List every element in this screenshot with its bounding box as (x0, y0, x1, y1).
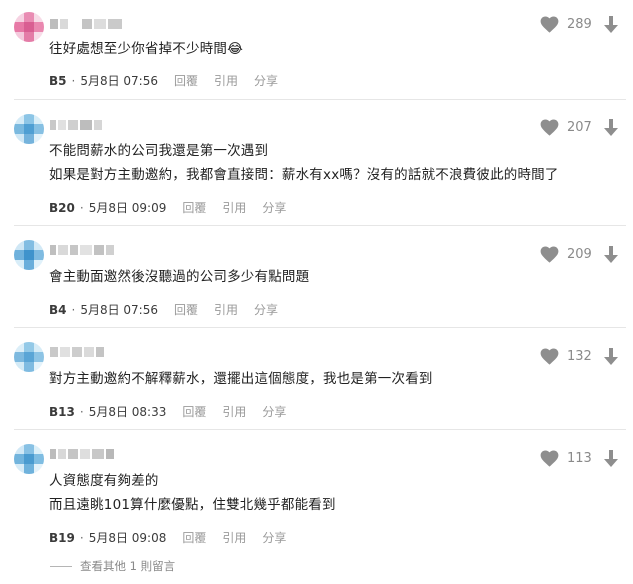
share-button[interactable]: 分享 (262, 403, 286, 420)
avatar[interactable] (14, 444, 44, 474)
like-button[interactable]: 207 (540, 119, 592, 136)
quote-button[interactable]: 引用 (214, 72, 238, 89)
view-more-replies[interactable]: 查看其他 1 則留言 (50, 558, 175, 574)
separator-dot: · (79, 530, 84, 545)
quote-button[interactable]: 引用 (222, 403, 246, 420)
like-count: 207 (567, 120, 592, 135)
down-arrow-icon[interactable] (604, 246, 618, 264)
like-button[interactable]: 132 (540, 348, 592, 365)
separator-dot: · (71, 302, 76, 317)
floor-label: B13 (49, 404, 75, 419)
quote-button[interactable]: 引用 (214, 301, 238, 318)
heart-icon (540, 450, 559, 467)
like-button[interactable]: 289 (540, 16, 592, 33)
separator-dot: · (71, 73, 76, 88)
like-count: 209 (567, 247, 592, 262)
floor-label: B5 (49, 73, 67, 88)
timestamp: 5月8日 08:33 (88, 405, 167, 419)
share-button[interactable]: 分享 (262, 199, 286, 216)
like-count: 132 (567, 349, 592, 364)
heart-icon (540, 119, 559, 136)
down-arrow-icon[interactable] (604, 119, 618, 137)
timestamp: 5月8日 07:56 (80, 74, 158, 88)
reply-button[interactable]: 回覆 (182, 403, 206, 420)
divider (14, 99, 626, 100)
comment-text: 會主動面邀然後沒聽過的公司多少有點問題 (49, 269, 310, 285)
like-button[interactable]: 113 (540, 450, 592, 467)
quote-button[interactable]: 引用 (222, 529, 246, 546)
share-button[interactable]: 分享 (254, 72, 278, 89)
username-blurred[interactable] (50, 119, 102, 131)
comment-text: 人資態度有夠差的 (49, 473, 159, 489)
floor-label: B19 (49, 530, 75, 545)
floor-label: B20 (49, 200, 75, 215)
share-button[interactable]: 分享 (262, 529, 286, 546)
timestamp: 5月8日 09:09 (88, 201, 167, 215)
avatar[interactable] (14, 342, 44, 372)
comment-meta: B13 · 5月8日 08:33 回覆 引用 分享 (49, 403, 286, 420)
heart-icon (540, 16, 559, 33)
quote-button[interactable]: 引用 (222, 199, 246, 216)
username-blurred[interactable] (50, 18, 122, 30)
divider (14, 429, 626, 430)
reply-button[interactable]: 回覆 (174, 72, 198, 89)
timestamp: 5月8日 07:56 (80, 303, 158, 317)
avatar[interactable] (14, 12, 44, 42)
heart-icon (540, 246, 559, 263)
username-blurred[interactable] (50, 448, 114, 460)
like-count: 113 (567, 451, 592, 466)
down-arrow-icon[interactable] (604, 16, 618, 34)
like-button[interactable]: 209 (540, 246, 592, 263)
reply-button[interactable]: 回覆 (174, 301, 198, 318)
avatar[interactable] (14, 114, 44, 144)
divider-line (50, 565, 72, 567)
floor-label: B4 (49, 302, 67, 317)
comment-text: 而且遠眺101算什麼優點，住雙北幾乎都能看到 (49, 497, 336, 513)
separator-dot: · (79, 404, 84, 419)
divider (14, 327, 626, 328)
timestamp: 5月8日 09:08 (88, 531, 167, 545)
divider (14, 225, 626, 226)
comment-meta: B4 · 5月8日 07:56 回覆 引用 分享 (49, 301, 278, 318)
username-blurred[interactable] (50, 244, 114, 256)
comment-text: 對方主動邀約不解釋薪水，還擺出這個態度，我也是第一次看到 (49, 371, 433, 387)
comment-meta: B20 · 5月8日 09:09 回覆 引用 分享 (49, 199, 286, 216)
like-count: 289 (567, 17, 592, 32)
share-button[interactable]: 分享 (254, 301, 278, 318)
comment-text: 往好處想至少你省掉不少時間😂 (49, 41, 244, 57)
username-blurred[interactable] (50, 346, 104, 358)
comment-text: 不能問薪水的公司我還是第一次遇到 (49, 143, 269, 159)
down-arrow-icon[interactable] (604, 348, 618, 366)
separator-dot: · (79, 200, 84, 215)
view-more-label: 查看其他 1 則留言 (80, 559, 176, 573)
reply-button[interactable]: 回覆 (182, 529, 206, 546)
reply-button[interactable]: 回覆 (182, 199, 206, 216)
down-arrow-icon[interactable] (604, 450, 618, 468)
comment-meta: B19 · 5月8日 09:08 回覆 引用 分享 (49, 529, 286, 546)
heart-icon (540, 348, 559, 365)
comment-text: 如果是對方主動邀約，我都會直接問：薪水有xx嗎？沒有的話就不浪費彼此的時間了 (49, 167, 559, 183)
avatar[interactable] (14, 240, 44, 270)
comment-meta: B5 · 5月8日 07:56 回覆 引用 分享 (49, 72, 278, 89)
